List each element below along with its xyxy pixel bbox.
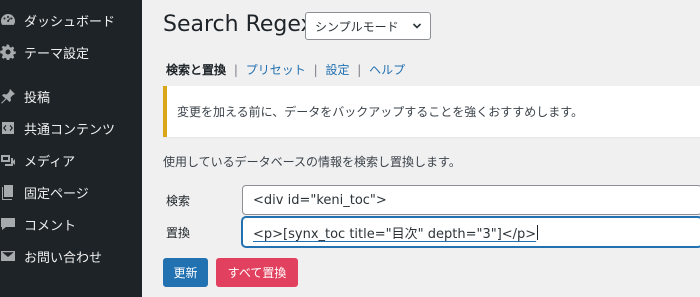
search-input-value: <div id="keni_toc"> (253, 192, 387, 208)
replace-all-button[interactable]: すべて置換 (216, 258, 298, 287)
backup-warning-notice: 変更を加える前に、データをバックアップすることを強くおすすめします。 (163, 86, 700, 137)
notice-text: 変更を加える前に、データをバックアップすることを強くおすすめします。 (177, 105, 584, 119)
text-caret (537, 224, 539, 240)
chevron-down-icon (412, 23, 422, 29)
page-title: Search Regex (163, 12, 314, 37)
sidebar-item-media[interactable]: メディア (0, 144, 142, 176)
mail-icon (0, 247, 17, 265)
subnav-search-replace[interactable]: 検索と置換 (166, 63, 226, 77)
sidebar-item-label: 投稿 (24, 90, 51, 106)
subnav-separator: | (233, 63, 238, 77)
admin-sidebar: ダッシュボード テーマ設定 投稿 共通コンテンツ メディア 固定ページ コメント… (0, 0, 142, 297)
search-label: 検索 (166, 194, 191, 208)
sidebar-item-label: ダッシュボード (24, 14, 116, 30)
page-description: 使用しているデータベースの情報を検索し置換します。 (163, 155, 461, 169)
replace-label: 置換 (166, 226, 191, 240)
subnav-separator: | (357, 63, 362, 77)
subnav-separator: | (313, 63, 318, 77)
pin-icon (0, 87, 17, 105)
mode-select-value: シンプルモード (315, 19, 399, 34)
sidebar-item-label: お問い合わせ (24, 250, 103, 266)
main-content: Search Regex シンプルモード 検索と置換 | プリセット | 設定 … (142, 0, 700, 297)
sidebar-item-dashboard[interactable]: ダッシュボード (0, 4, 142, 36)
gear-icon (0, 43, 17, 61)
sidebar-item-pages[interactable]: 固定ページ (0, 176, 142, 208)
replace-input-value: <p>[synx_toc title="目次" depth="3"]</p> (253, 226, 537, 242)
subnav-help-link[interactable]: ヘルプ (369, 63, 405, 77)
sidebar-item-label: メディア (24, 154, 76, 170)
sidebar-item-contact[interactable]: お問い合わせ (0, 240, 142, 272)
sidebar-item-theme-settings[interactable]: テーマ設定 (0, 36, 142, 68)
sidebar-item-label: 固定ページ (24, 186, 89, 202)
code-icon (0, 119, 17, 137)
dashboard-icon (0, 11, 17, 29)
subnav-presets-link[interactable]: プリセット (246, 63, 306, 77)
pages-icon (0, 183, 17, 201)
sidebar-item-label: 共通コンテンツ (24, 122, 116, 138)
sidebar-item-label: テーマ設定 (24, 46, 90, 62)
sidebar-item-label: コメント (24, 218, 77, 234)
sidebar-item-comments[interactable]: コメント (0, 208, 142, 240)
search-input[interactable]: <div id="keni_toc"> (242, 185, 700, 215)
replace-input[interactable]: <p>[synx_toc title="目次" depth="3"]</p> (242, 217, 700, 247)
subnav-settings-link[interactable]: 設定 (325, 63, 349, 77)
comment-icon (0, 215, 17, 233)
update-button[interactable]: 更新 (163, 258, 208, 287)
mode-select[interactable]: シンプルモード (305, 12, 431, 40)
sidebar-item-posts[interactable]: 投稿 (0, 80, 142, 112)
sidebar-item-common-contents[interactable]: 共通コンテンツ (0, 112, 142, 144)
media-icon (0, 151, 17, 169)
subnav: 検索と置換 | プリセット | 設定 | ヘルプ (166, 61, 405, 78)
